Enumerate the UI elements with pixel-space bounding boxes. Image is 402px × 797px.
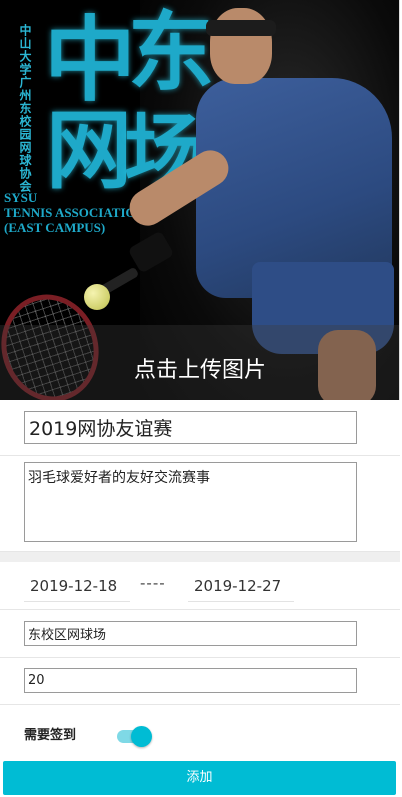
checkin-row: 需要签到 bbox=[0, 705, 400, 761]
event-title-input[interactable] bbox=[24, 411, 357, 444]
date-separator: ---- bbox=[140, 574, 166, 592]
title-row bbox=[0, 400, 400, 456]
checkin-label: 需要签到 bbox=[24, 728, 77, 743]
banner-vertical-text: 中山大学广州东校园网球协会 bbox=[18, 24, 32, 193]
count-row bbox=[0, 658, 400, 705]
banner-char-2: 东 bbox=[128, 2, 214, 103]
add-button[interactable]: 添加 bbox=[3, 761, 396, 795]
banner-char-1: 中 bbox=[44, 6, 137, 114]
location-input[interactable] bbox=[24, 621, 357, 646]
end-date-picker[interactable]: 2019-12-27 bbox=[188, 572, 294, 602]
upload-overlay[interactable]: 点击上传图片 bbox=[0, 325, 399, 400]
location-row bbox=[0, 610, 400, 658]
section-divider bbox=[0, 552, 400, 562]
toggle-knob bbox=[131, 726, 152, 747]
start-date-picker[interactable]: 2019-12-18 bbox=[24, 572, 130, 602]
banner-char-3: 网 bbox=[46, 100, 132, 201]
upload-image-label: 点击上传图片 bbox=[133, 357, 266, 383]
participant-count-input[interactable] bbox=[24, 668, 357, 693]
checkin-toggle[interactable] bbox=[117, 726, 152, 748]
player-headband bbox=[206, 20, 276, 36]
tennis-ball bbox=[84, 284, 110, 310]
date-range-row: 2019-12-18 ---- 2019-12-27 bbox=[0, 562, 400, 610]
event-description-textarea[interactable]: 羽毛球爱好者的友好交流赛事 bbox=[24, 462, 357, 542]
cover-image-upload[interactable]: 中山大学广州东校园网球协会 中 东 网 场 SYSU TENNIS ASSOCI… bbox=[0, 0, 400, 400]
description-row: 羽毛球爱好者的友好交流赛事 bbox=[0, 456, 400, 552]
